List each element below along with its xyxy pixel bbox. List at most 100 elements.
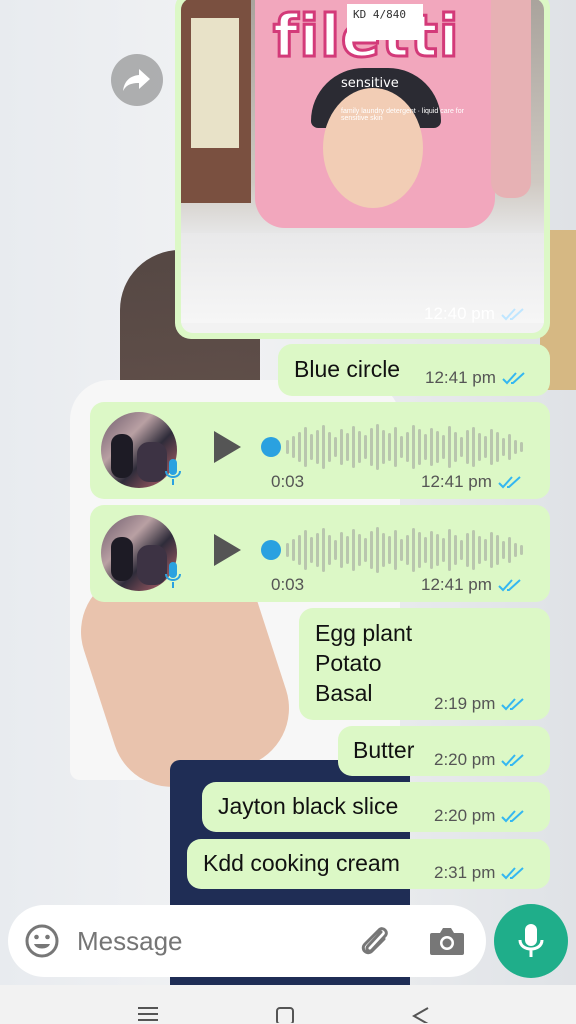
playback-position-dot[interactable] bbox=[261, 437, 281, 457]
message-meta: 12:40 pm bbox=[424, 304, 527, 324]
message-meta: 2:19 pm bbox=[434, 694, 527, 714]
waveform-bar bbox=[406, 432, 409, 462]
waveform-bar bbox=[322, 425, 325, 469]
waveform-bar bbox=[400, 436, 403, 458]
voice-waveform[interactable] bbox=[260, 525, 530, 575]
message-bubble[interactable]: Butter 2:20 pm bbox=[338, 726, 550, 776]
read-ticks-icon bbox=[501, 810, 525, 823]
waveform-bar bbox=[376, 424, 379, 470]
waveform-bar bbox=[370, 428, 373, 466]
waveform-bar bbox=[418, 532, 421, 568]
waveform-bar bbox=[334, 540, 337, 560]
waveform-bar bbox=[490, 532, 493, 568]
detergent-text: family laundry detergent · liquid care f… bbox=[341, 108, 464, 122]
read-ticks-icon bbox=[501, 754, 525, 767]
waveform-bar bbox=[520, 545, 523, 555]
waveform-bar bbox=[412, 528, 415, 572]
read-ticks-icon bbox=[502, 372, 525, 385]
waveform-bar bbox=[364, 538, 367, 562]
camera-icon[interactable] bbox=[428, 925, 466, 957]
message-bubble[interactable]: Kdd cooking cream 2:31 pm bbox=[187, 839, 550, 889]
play-icon[interactable] bbox=[212, 533, 242, 567]
waveform-bar bbox=[520, 442, 523, 452]
voice-record-button[interactable] bbox=[494, 904, 568, 978]
forward-icon bbox=[123, 69, 150, 91]
waveform-bar bbox=[508, 537, 511, 563]
playback-position-dot[interactable] bbox=[261, 540, 281, 560]
waveform-bar bbox=[292, 539, 295, 561]
message-meta: 12:41 pm bbox=[421, 472, 524, 492]
attach-icon[interactable] bbox=[356, 922, 394, 960]
message-input[interactable] bbox=[77, 926, 347, 957]
waveform-bar bbox=[346, 536, 349, 564]
message-meta: 12:41 pm bbox=[425, 368, 528, 388]
waveform-bar bbox=[352, 529, 355, 571]
waveform-bar bbox=[292, 436, 295, 458]
waveform-bar bbox=[304, 427, 307, 467]
waveform-bar bbox=[454, 535, 457, 565]
system-navigation-bar bbox=[0, 985, 576, 1024]
waveform-bar bbox=[430, 531, 433, 569]
message-bubble[interactable]: Blue circle 12:41 pm bbox=[278, 344, 550, 396]
message-bubble[interactable]: Jayton black slice 2:20 pm bbox=[202, 782, 550, 832]
read-ticks-icon bbox=[498, 579, 521, 592]
waveform-bar bbox=[466, 430, 469, 464]
waveform-bar bbox=[382, 430, 385, 464]
voice-waveform[interactable] bbox=[260, 422, 530, 472]
waveform-bar bbox=[388, 536, 391, 564]
waveform-bar bbox=[478, 536, 481, 564]
waveform-bar bbox=[478, 433, 481, 461]
product-photo[interactable]: filetti KD 4/840 sensitive family laundr… bbox=[181, 0, 544, 333]
waveform-bar bbox=[418, 429, 421, 465]
forward-button[interactable] bbox=[111, 54, 163, 106]
waveform-bar bbox=[436, 534, 439, 566]
home-icon[interactable] bbox=[276, 1007, 294, 1023]
mic-icon bbox=[165, 459, 181, 485]
play-icon[interactable] bbox=[212, 430, 242, 464]
voice-message[interactable]: 0:03 12:41 pm bbox=[90, 402, 550, 499]
message-meta: 2:20 pm bbox=[434, 806, 527, 826]
waveform-bar bbox=[496, 432, 499, 462]
waveform-bar bbox=[502, 438, 505, 456]
read-ticks-icon bbox=[498, 476, 521, 489]
waveform-bar bbox=[412, 425, 415, 469]
waveform-bar bbox=[472, 427, 475, 467]
waveform-bar bbox=[490, 429, 493, 465]
mic-icon bbox=[165, 562, 181, 588]
waveform-bar bbox=[484, 539, 487, 561]
waveform-bar bbox=[310, 537, 313, 563]
message-time: 2:20 pm bbox=[434, 806, 496, 825]
waveform-bar bbox=[352, 426, 355, 468]
waveform-bar bbox=[286, 440, 289, 454]
voice-message[interactable]: 0:03 12:41 pm bbox=[90, 505, 550, 602]
emoji-icon[interactable] bbox=[24, 923, 60, 959]
menu-icon[interactable] bbox=[138, 1007, 158, 1021]
message-text: Blue circle bbox=[294, 356, 401, 382]
image-message[interactable]: filetti KD 4/840 sensitive family laundr… bbox=[175, 0, 550, 339]
waveform-bar bbox=[424, 537, 427, 563]
waveform-bar bbox=[334, 437, 337, 457]
message-composer bbox=[8, 905, 486, 977]
waveform-bar bbox=[316, 533, 319, 567]
message-text: Jayton black slice bbox=[218, 793, 399, 819]
waveform-bar bbox=[448, 426, 451, 468]
waveform-bar bbox=[316, 430, 319, 464]
waveform-bar bbox=[340, 532, 343, 568]
message-text: Butter bbox=[353, 737, 415, 763]
message-time: 2:20 pm bbox=[434, 750, 496, 769]
waveform-bar bbox=[442, 538, 445, 562]
waveform-bar bbox=[322, 528, 325, 572]
waveform-bar bbox=[382, 533, 385, 567]
waveform-bar bbox=[328, 535, 331, 565]
waveform-bar bbox=[502, 541, 505, 559]
back-icon[interactable] bbox=[412, 1007, 430, 1023]
waveform-bar bbox=[310, 434, 313, 460]
waveform-bar bbox=[424, 434, 427, 460]
message-text: Kdd cooking cream bbox=[203, 850, 400, 876]
message-meta: 12:41 pm bbox=[421, 575, 524, 595]
waveform-bar bbox=[370, 531, 373, 569]
waveform-bar bbox=[394, 530, 397, 570]
message-bubble[interactable]: Egg plant Potato Basal 2:19 pm bbox=[299, 608, 550, 720]
waveform-bar bbox=[454, 432, 457, 462]
voice-duration: 0:03 bbox=[271, 472, 305, 491]
